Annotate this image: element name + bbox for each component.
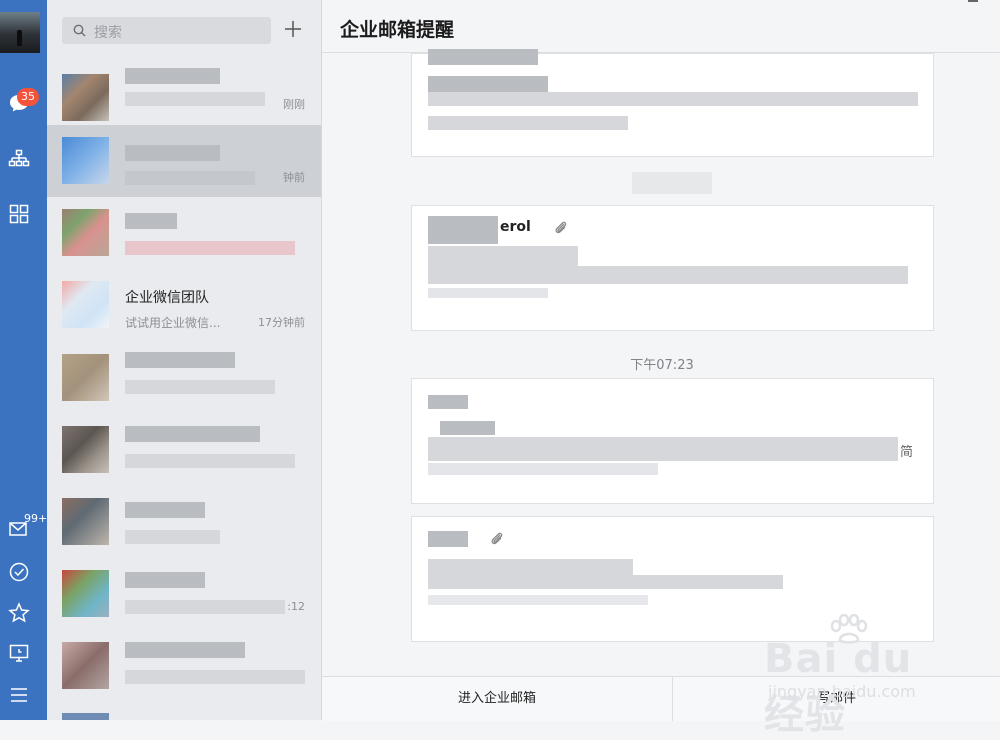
list-item[interactable]: 企业微信团队 试试用企业微信... 17分钟前 bbox=[47, 269, 321, 341]
conversation-avatar bbox=[62, 570, 109, 617]
menu-icon[interactable] bbox=[8, 684, 30, 706]
messages-badge: 35 bbox=[17, 88, 39, 106]
mail-card[interactable]: 简 bbox=[411, 378, 934, 504]
baidu-watermark: Bai du 经验 jingyan.baidu.com bbox=[764, 614, 954, 738]
conversation-avatar bbox=[62, 642, 109, 689]
meeting-screen-icon[interactable] bbox=[8, 642, 30, 664]
list-item[interactable] bbox=[47, 342, 321, 414]
todo-check-icon[interactable] bbox=[8, 561, 30, 583]
item-title: 企业微信团队 bbox=[125, 290, 209, 306]
avatar[interactable] bbox=[0, 12, 40, 53]
list-item[interactable]: :12 bbox=[47, 558, 321, 630]
conversation-avatar bbox=[62, 354, 109, 401]
item-time: 刚刚 bbox=[283, 98, 305, 111]
enter-enterprise-mail-button[interactable]: 进入企业邮箱 bbox=[322, 677, 672, 721]
favorites-star-icon[interactable] bbox=[8, 602, 30, 624]
minimize-icon[interactable] bbox=[968, 0, 978, 2]
list-item-partial bbox=[62, 713, 109, 720]
add-icon[interactable] bbox=[282, 18, 304, 40]
item-time: 钟前 bbox=[283, 171, 305, 184]
search-placeholder: 搜索 bbox=[94, 25, 122, 41]
list-item[interactable] bbox=[47, 486, 321, 558]
attachment-clip-icon bbox=[491, 532, 503, 545]
mail-badge: 99+ bbox=[24, 512, 48, 525]
search-icon bbox=[73, 24, 86, 37]
conversation-avatar bbox=[62, 137, 109, 184]
list-item[interactable] bbox=[47, 630, 321, 702]
conversation-avatar bbox=[62, 281, 109, 328]
left-rail: 35 99+ bbox=[0, 0, 47, 720]
list-item[interactable] bbox=[47, 414, 321, 486]
mail-card[interactable] bbox=[411, 49, 934, 157]
attachment-clip-icon bbox=[555, 221, 567, 234]
item-time: :12 bbox=[287, 600, 305, 613]
watermark-url: jingyan.baidu.com bbox=[768, 682, 916, 701]
item-subtitle: 试试用企业微信... bbox=[125, 316, 221, 330]
org-chart-icon[interactable] bbox=[8, 148, 30, 170]
conversation-avatar bbox=[62, 426, 109, 473]
conversation-list: 搜索 刚刚 钟前 企业微信团队 试试用企业微信... 17分钟前:12 bbox=[47, 0, 322, 720]
card-edge-text: 简 bbox=[900, 445, 914, 460]
time-label-blurred bbox=[632, 172, 712, 194]
list-item-selected[interactable]: 钟前 bbox=[47, 125, 321, 197]
item-time: 17分钟前 bbox=[258, 316, 305, 329]
conversation-avatar bbox=[62, 74, 109, 121]
avatar-figure bbox=[17, 30, 22, 46]
mail-card[interactable]: erol bbox=[411, 205, 934, 331]
apps-grid-icon[interactable] bbox=[8, 203, 30, 225]
sender-fragment: erol bbox=[500, 219, 531, 235]
search-box[interactable]: 搜索 bbox=[62, 17, 271, 44]
conversation-avatar bbox=[62, 209, 109, 256]
conversation-avatar bbox=[62, 498, 109, 545]
list-item[interactable] bbox=[47, 197, 321, 269]
list-item[interactable]: 刚刚 bbox=[47, 62, 321, 134]
main-panel: 企业邮箱提醒 erol 下午07:23 简 进入企业邮箱 写邮件 bbox=[322, 0, 1000, 721]
page-title: 企业邮箱提醒 bbox=[340, 19, 455, 41]
time-label: 下午07:23 bbox=[630, 358, 694, 373]
